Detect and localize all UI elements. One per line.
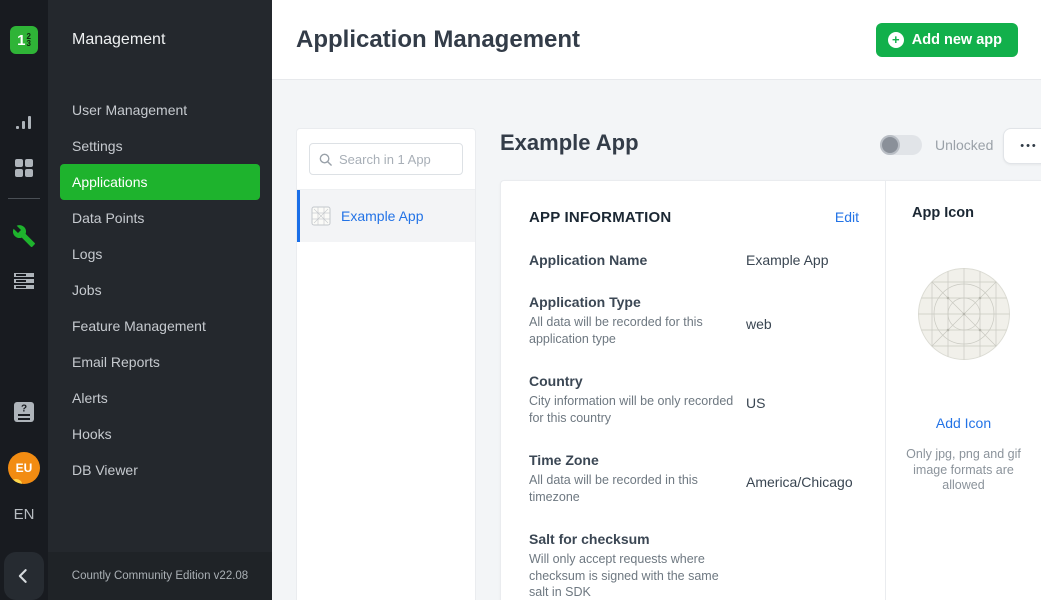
field-label: Country xyxy=(529,373,746,389)
lock-toggle-group: Unlocked xyxy=(880,135,993,155)
field-label: Time Zone xyxy=(529,452,746,468)
lock-toggle-label: Unlocked xyxy=(935,137,993,153)
field-application-type: Application Type All data will be record… xyxy=(529,294,859,347)
field-country: Country City information will be only re… xyxy=(529,373,859,426)
field-value: web xyxy=(746,294,859,347)
dashboards-icon[interactable] xyxy=(12,156,36,180)
field-value: US xyxy=(746,373,859,426)
app-icon-placeholder xyxy=(917,267,1011,361)
countly-logo[interactable]: 1 2 3 xyxy=(10,26,38,54)
sidebar-item-logs[interactable]: Logs xyxy=(60,236,260,272)
field-salt-for-checksum: Salt for checksum Will only accept reque… xyxy=(529,531,859,600)
lock-toggle-knob xyxy=(880,135,900,155)
app-icon-panel: App Icon xyxy=(885,181,1041,600)
icon-format-caption: Only jpg, png and gif image formats are … xyxy=(901,447,1027,494)
edit-link[interactable]: Edit xyxy=(835,209,859,225)
field-value xyxy=(746,531,859,600)
data-manager-icon[interactable] xyxy=(12,269,36,293)
app-search-input[interactable] xyxy=(339,152,457,167)
app-list-panel: Example App xyxy=(296,128,476,600)
field-application-name: Application Name Example App xyxy=(529,252,859,268)
field-label: Application Type xyxy=(529,294,746,310)
lock-toggle[interactable] xyxy=(880,135,922,155)
app-information-heading: APP INFORMATION xyxy=(529,209,671,226)
field-description: All data will be recorded for this appli… xyxy=(529,314,734,347)
add-new-app-button[interactable]: + Add new app xyxy=(876,23,1018,57)
plus-icon: + xyxy=(888,32,904,48)
field-description: All data will be recorded in this timezo… xyxy=(529,472,734,505)
add-new-app-label: Add new app xyxy=(912,32,1002,48)
sidebar-item-hooks[interactable]: Hooks xyxy=(60,416,260,452)
language-switcher[interactable]: EN xyxy=(0,506,48,523)
field-label: Salt for checksum xyxy=(529,531,746,547)
sidebar-item-applications[interactable]: Applications xyxy=(60,164,260,200)
sidebar-nav: User Management Settings Applications Da… xyxy=(60,92,260,488)
search-icon xyxy=(318,152,333,167)
user-avatar[interactable]: EU xyxy=(8,452,40,484)
svg-text:?: ? xyxy=(21,404,27,415)
management-wrench-icon[interactable] xyxy=(12,224,36,248)
app-placeholder-icon xyxy=(311,206,331,226)
app-icon-heading: App Icon xyxy=(886,205,1041,221)
icon-rail: 1 2 3 ? xyxy=(0,0,48,600)
page-header: Application Management + Add new app xyxy=(272,0,1041,80)
help-icon[interactable]: ? xyxy=(12,400,36,424)
field-label: Application Name xyxy=(529,252,746,268)
sidebar-item-db-viewer[interactable]: DB Viewer xyxy=(60,452,260,488)
sidebar-item-feature-management[interactable]: Feature Management xyxy=(60,308,260,344)
version-label: Countly Community Edition v22.08 xyxy=(48,552,272,600)
logo-digit: 1 xyxy=(17,32,25,49)
app-information-card: APP INFORMATION Edit Application Name Ex… xyxy=(500,180,1041,600)
app-list-item-label: Example App xyxy=(341,208,424,224)
chevron-left-icon xyxy=(14,566,34,586)
content-area: Example App Example App Unlocked ••• APP… xyxy=(272,80,1041,600)
field-description: Will only accept requests where checksum… xyxy=(529,551,734,600)
collapse-sidebar-button[interactable] xyxy=(4,552,44,600)
field-description: City information will be only recorded f… xyxy=(529,393,734,426)
app-search-section xyxy=(297,129,475,190)
app-list-item-example-app[interactable]: Example App xyxy=(297,190,475,242)
logo-digit: 3 xyxy=(26,40,30,47)
management-sidebar: Management User Management Settings Appl… xyxy=(48,0,272,600)
avatar-initials: EU xyxy=(16,461,33,475)
analytics-icon[interactable] xyxy=(12,112,36,136)
app-search-box xyxy=(309,143,463,175)
sidebar-item-email-reports[interactable]: Email Reports xyxy=(60,344,260,380)
countly-app: 1 2 3 ? xyxy=(0,0,1041,600)
page-title: Application Management xyxy=(296,26,580,54)
field-value: Example App xyxy=(746,252,859,268)
sidebar-title: Management xyxy=(72,31,165,49)
rail-divider xyxy=(8,198,40,199)
sidebar-item-data-points[interactable]: Data Points xyxy=(60,200,260,236)
add-icon-link[interactable]: Add Icon xyxy=(886,415,1041,431)
sidebar-item-user-management[interactable]: User Management xyxy=(60,92,260,128)
app-detail-title: Example App xyxy=(500,130,639,156)
field-time-zone: Time Zone All data will be recorded in t… xyxy=(529,452,859,505)
sidebar-item-settings[interactable]: Settings xyxy=(60,128,260,164)
app-information-section: APP INFORMATION Edit Application Name Ex… xyxy=(501,181,885,600)
sidebar-item-jobs[interactable]: Jobs xyxy=(60,272,260,308)
app-options-menu-button[interactable]: ••• xyxy=(1003,128,1041,164)
field-value: America/Chicago xyxy=(746,452,859,505)
sidebar-item-alerts[interactable]: Alerts xyxy=(60,380,260,416)
